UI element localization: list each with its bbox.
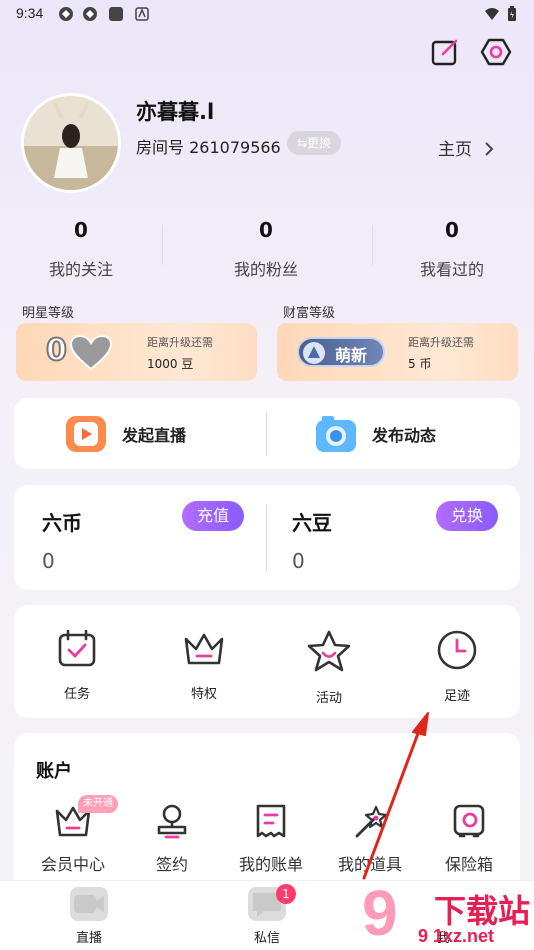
- divider: [372, 225, 373, 265]
- stat-label: 我的关注: [48, 260, 113, 279]
- account-item-label: 保险箱: [444, 855, 493, 874]
- room-number-value: 261079566: [189, 138, 281, 157]
- tab-live[interactable]: 直播: [44, 887, 134, 946]
- tab-label: 直播: [75, 931, 102, 946]
- start-live-label: 发起直播: [122, 426, 187, 445]
- stat-fans[interactable]: 0 我的粉丝: [196, 218, 336, 280]
- avatar-image: [24, 96, 118, 190]
- watermark-domain: 9 1xz.net: [418, 926, 495, 946]
- wealth-badge: 萌新: [297, 337, 385, 367]
- divider: [266, 505, 267, 571]
- homepage-link[interactable]: 主页: [438, 135, 495, 160]
- account-item-label: 我的账单: [238, 855, 303, 874]
- star-level-card[interactable]: 0 距离升级还需 1000 豆: [16, 323, 257, 381]
- star-need-value: 1000 豆: [147, 357, 194, 371]
- account-props[interactable]: 我的道具: [327, 803, 413, 875]
- divider: [162, 225, 163, 265]
- not-activated-tag: 未开通: [78, 795, 118, 813]
- stat-following[interactable]: 0 我的关注: [11, 218, 151, 280]
- divider: [266, 412, 267, 456]
- settings-icon[interactable]: [480, 36, 512, 68]
- account-sign[interactable]: 签约: [129, 803, 215, 875]
- stat-value: 0: [445, 218, 459, 242]
- heart-icon: [70, 335, 112, 371]
- crown-icon: [184, 633, 224, 665]
- stamp-icon: [157, 804, 187, 839]
- app-notification-icon: [109, 7, 123, 21]
- switch-room-button[interactable]: ⇆更换: [287, 131, 342, 155]
- video-icon: [70, 887, 108, 921]
- chevron-right-icon: [485, 142, 494, 156]
- receipt-icon: [256, 804, 286, 838]
- photo-camera-icon: [316, 416, 356, 452]
- account-bill[interactable]: 我的账单: [228, 803, 314, 875]
- avatar[interactable]: [21, 93, 121, 193]
- post-moment-button[interactable]: 发布动态: [314, 414, 436, 454]
- live-camera-icon: [66, 416, 106, 452]
- wealth-need-value: 5 币: [408, 357, 432, 371]
- username: 亦暮暮.l: [136, 100, 215, 124]
- status-time: 9:34: [16, 5, 44, 21]
- tool-label: 任务: [63, 687, 90, 702]
- exchange-button[interactable]: 兑换: [436, 501, 498, 531]
- tool-task[interactable]: 任务: [37, 629, 117, 702]
- account-title: 账户: [36, 761, 72, 782]
- clock-icon: [437, 630, 477, 670]
- tab-message[interactable]: 私信: [222, 887, 312, 946]
- star-level-title: 明星等级: [22, 306, 75, 321]
- coin-title: 六币: [42, 511, 82, 535]
- stat-value: 0: [259, 218, 273, 242]
- tool-activity[interactable]: 活动: [289, 629, 369, 706]
- account-item-label: 我的道具: [337, 855, 402, 874]
- account-item-label: 签约: [155, 855, 188, 874]
- unread-badge: 1: [276, 884, 296, 904]
- app-notification-icon: [83, 7, 97, 21]
- bean-value: 0: [292, 549, 305, 573]
- wallet-card: 六币 0 充值 六豆 0 兑换: [14, 485, 520, 590]
- safe-box-icon: [453, 804, 485, 838]
- tool-privilege[interactable]: 特权: [164, 629, 244, 702]
- stat-label: 我看过的: [419, 260, 484, 279]
- account-item-label: 会员中心: [40, 855, 105, 874]
- watermark-number: 9: [362, 877, 398, 949]
- start-live-button[interactable]: 发起直播: [64, 414, 186, 454]
- tools-card: 任务 特权 活动 足迹: [14, 605, 520, 718]
- actions-card: 发起直播 发布动态: [14, 398, 520, 469]
- status-bar: 9:34: [0, 0, 534, 28]
- room-number: 房间号 261079566: [136, 134, 281, 158]
- post-moment-label: 发布动态: [372, 426, 437, 445]
- tool-label: 特权: [190, 687, 217, 702]
- wifi-icon: [485, 8, 499, 20]
- wealth-level-card[interactable]: 萌新 距离升级还需 5 币: [277, 323, 518, 381]
- calendar-check-icon: [58, 629, 96, 667]
- watermark-logo: 9 下载站 9 1xz.net: [360, 877, 534, 950]
- app-notification-icon: [59, 7, 73, 21]
- tool-label: 活动: [315, 691, 342, 706]
- stat-viewed[interactable]: 0 我看过的: [382, 218, 522, 280]
- account-safe-box[interactable]: 保险箱: [426, 803, 512, 875]
- star-need-label: 距离升级还需: [147, 336, 213, 349]
- star-icon: [307, 630, 351, 672]
- edit-profile-icon[interactable]: [429, 36, 461, 68]
- coin-value: 0: [42, 549, 55, 573]
- wealth-badge-label: 萌新: [335, 346, 368, 365]
- stat-value: 0: [74, 218, 88, 242]
- app-notification-icon: [135, 7, 149, 21]
- room-label: 房间号: [136, 138, 185, 157]
- homepage-label: 主页: [438, 140, 472, 160]
- tool-footprint[interactable]: 足迹: [417, 629, 497, 704]
- recharge-button[interactable]: 充值: [182, 501, 244, 531]
- wealth-badge-icon: [303, 342, 325, 364]
- star-level-number: 0: [45, 332, 68, 369]
- battery-icon: [508, 6, 516, 21]
- wealth-need-label: 距离升级还需: [408, 336, 474, 349]
- magic-wand-icon: [355, 805, 388, 838]
- bean-title: 六豆: [292, 511, 332, 535]
- wealth-level-title: 财富等级: [283, 306, 336, 321]
- tab-label: 私信: [253, 931, 280, 946]
- stat-label: 我的粉丝: [233, 260, 298, 279]
- tool-label: 足迹: [443, 689, 470, 704]
- account-vip-center[interactable]: 会员中心: [30, 803, 116, 875]
